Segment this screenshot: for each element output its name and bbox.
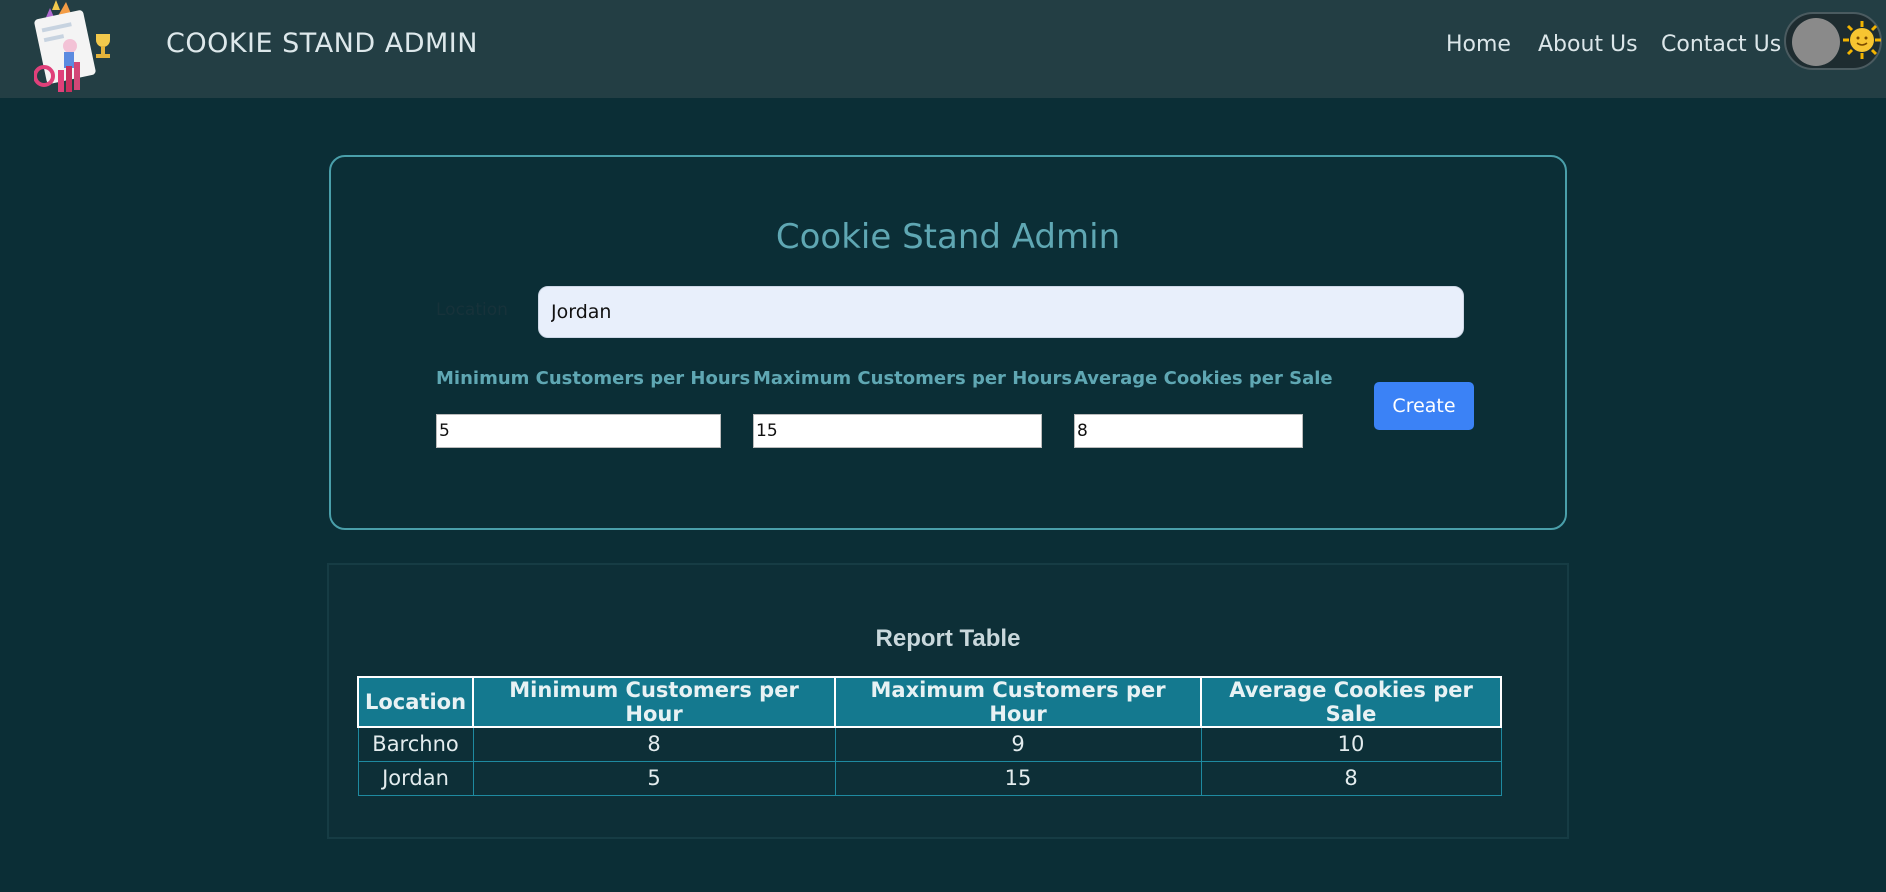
nav-home[interactable]: Home <box>1446 32 1511 57</box>
column-header-min-customers: Minimum Customers per Hour <box>472 676 837 728</box>
table-row: Jordan 5 15 8 <box>357 760 1502 796</box>
create-button[interactable]: Create <box>1374 382 1474 430</box>
brand-title[interactable]: COOKIE STAND ADMIN <box>166 28 478 59</box>
location-label: Location <box>436 300 508 320</box>
logo-icon[interactable] <box>33 0 120 98</box>
max-customers-label: Maximum Customers per Hours <box>753 368 1073 389</box>
nav-about-us[interactable]: About Us <box>1538 32 1638 57</box>
max-customers-input[interactable] <box>753 414 1042 448</box>
top-navbar: COOKIE STAND ADMIN Home About Us Contact… <box>0 0 1886 98</box>
sun-icon <box>1843 21 1881 59</box>
location-input[interactable] <box>538 286 1464 338</box>
table-header-row: Location Minimum Customers per Hour Maxi… <box>356 676 1503 728</box>
cookie-stand-form: Cookie Stand Admin Location Minimum Cust… <box>329 155 1567 530</box>
cell-location: Jordan <box>357 760 474 796</box>
report-title: Report Table <box>875 625 1021 652</box>
column-header-max-customers: Maximum Customers per Hour <box>834 676 1203 728</box>
cell-avg-cookies: 10 <box>1200 726 1502 762</box>
table-row: Barchno 8 9 10 <box>357 726 1502 762</box>
cell-location: Barchno <box>357 726 474 762</box>
theme-toggle[interactable] <box>1784 12 1882 70</box>
report-section: Report Table Location Minimum Customers … <box>327 563 1569 839</box>
avg-cookies-input[interactable] <box>1074 414 1303 448</box>
cell-min-customers: 5 <box>472 760 836 796</box>
cell-avg-cookies: 8 <box>1200 760 1502 796</box>
min-customers-label: Minimum Customers per Hours <box>436 368 751 389</box>
avg-cookies-label: Average Cookies per Sale <box>1074 368 1333 389</box>
form-title: Cookie Stand Admin <box>775 217 1121 257</box>
nav-contact-us[interactable]: Contact Us <box>1661 32 1781 57</box>
column-header-avg-cookies: Average Cookies per Sale <box>1200 676 1503 728</box>
cell-max-customers: 15 <box>834 760 1202 796</box>
column-header-location: Location <box>356 676 475 728</box>
cell-max-customers: 9 <box>834 726 1202 762</box>
cell-min-customers: 8 <box>472 726 836 762</box>
toggle-knob <box>1792 18 1840 66</box>
min-customers-input[interactable] <box>436 414 721 448</box>
report-table: Location Minimum Customers per Hour Maxi… <box>356 676 1503 796</box>
